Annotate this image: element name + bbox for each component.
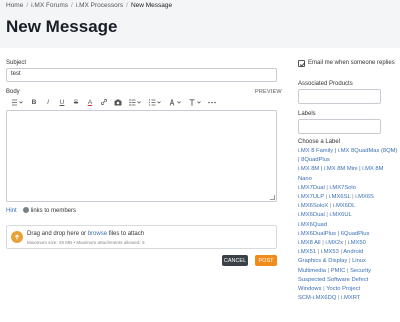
label-option[interactable]: Suspected Software Defect (298, 277, 368, 283)
associated-products-label: Associated Products (298, 81, 353, 87)
label-option[interactable]: i.MX50 (348, 240, 366, 246)
editor-toolbar: B I U S A (7, 97, 219, 107)
label-options: i.MX 8 Family | i.MX 8QuadMax (8QM) | 8Q… (298, 148, 398, 302)
label-option[interactable]: i.MX6SoloX (298, 203, 328, 209)
italic-button[interactable]: I (41, 97, 55, 107)
font-color-icon[interactable] (165, 97, 185, 107)
page-title: New Message (6, 17, 118, 36)
dropzone-text: Drag and drop here or browse files to at… (27, 231, 145, 237)
label-option[interactable]: i.MX6UL (330, 212, 352, 218)
member-avatar-icon (22, 207, 29, 213)
breadcrumb: Home / i.MX Forums / i.MX Processors / New Mes… (6, 2, 173, 9)
label-option[interactable]: i.MX6DL (333, 203, 355, 209)
camera-icon[interactable] (111, 97, 125, 107)
breadcrumb-forums[interactable]: i.MX Forums (31, 2, 68, 9)
associated-products-input[interactable] (298, 89, 381, 104)
label-option[interactable]: Linux (352, 258, 366, 264)
label-option[interactable]: PMIC (331, 268, 346, 274)
label-option[interactable]: i.MXRT (341, 295, 360, 301)
label-option[interactable]: Security (350, 268, 371, 274)
body-editor[interactable] (6, 110, 277, 202)
label-option[interactable]: i.MX7ULP (298, 194, 324, 200)
label-option[interactable]: i.MX53 (321, 249, 339, 255)
email-notify-checkbox[interactable] (298, 60, 306, 67)
choose-label-heading: Choose a Label (298, 139, 341, 145)
label-option[interactable]: i.MX6DualPlus | 6QuadPlus (298, 231, 369, 237)
preview-button[interactable]: PREVIEW (255, 89, 282, 95)
font-size-icon[interactable] (185, 97, 205, 107)
underline-button[interactable]: U (55, 97, 69, 107)
label-option[interactable]: Windows (298, 286, 322, 292)
label-option[interactable]: Multimedia (298, 268, 326, 274)
cancel-button[interactable]: CANCEL (222, 255, 248, 266)
email-notify-label: Email me when someone replies (308, 60, 395, 66)
label-option[interactable]: i.MX51 (298, 249, 316, 255)
resize-handle[interactable] (270, 195, 275, 200)
attachment-dropzone[interactable]: Drag and drop here or browse files to at… (6, 225, 277, 249)
label-option[interactable]: i.MX6SL (329, 194, 351, 200)
hint-row: Hint links to members (6, 207, 76, 214)
strikethrough-button[interactable]: S (69, 97, 83, 107)
hint-label[interactable]: Hint (6, 208, 17, 214)
bulleted-list-icon[interactable] (125, 97, 145, 107)
paragraph-style-icon[interactable] (7, 97, 27, 107)
body-label: Body (6, 89, 20, 95)
label-option[interactable]: i.MX 8M | i.MX 8M Mini | i.MX 8M Nano (298, 166, 383, 181)
bold-button[interactable]: B (27, 97, 41, 107)
browse-link[interactable]: browse (88, 231, 107, 237)
label-option[interactable]: i.MX 8 Family | i.MX 8QuadMax (8QM) | 8Q… (298, 148, 397, 163)
label-option[interactable]: SCM-i.MX6DQ (298, 295, 336, 301)
subject-input[interactable]: test (6, 68, 277, 82)
breadcrumb-current: New Message (130, 2, 173, 9)
label-option[interactable]: i.MX7Solo (330, 185, 356, 191)
label-option[interactable]: Android (343, 249, 363, 255)
labels-label: Labels (298, 111, 316, 117)
breadcrumb-home[interactable]: Home (6, 2, 23, 9)
numbered-list-icon[interactable] (145, 97, 165, 107)
label-option[interactable]: i.MX6Dual (298, 212, 325, 218)
page-header: Home / i.MX Forums / i.MX Processors / New Mes… (0, 0, 400, 48)
text-color-button[interactable]: A (83, 97, 97, 107)
labels-input[interactable] (298, 119, 381, 134)
post-button[interactable]: POST (255, 255, 277, 266)
label-option[interactable]: i.MX7Dual (298, 185, 325, 191)
upload-cloud-icon (11, 231, 23, 243)
more-options-icon[interactable] (205, 97, 219, 107)
label-option[interactable]: Yocto Project (326, 286, 360, 292)
label-option[interactable]: i.MX6Quad (298, 222, 327, 228)
label-option[interactable]: i.MX6S (355, 194, 374, 200)
hint-text: links to members (30, 208, 77, 214)
subject-value: test (11, 71, 21, 77)
subject-label: Subject (6, 60, 27, 66)
label-option[interactable]: i.MX2x (325, 240, 343, 246)
attachment-limits: Maximum size: 25 MB • Maximum attachment… (27, 240, 145, 245)
link-icon[interactable] (97, 97, 111, 107)
label-option[interactable]: i.MX8 All (298, 240, 321, 246)
label-option[interactable]: Graphics & Display (298, 258, 347, 264)
breadcrumb-processors[interactable]: i.MX Processors (76, 2, 123, 9)
